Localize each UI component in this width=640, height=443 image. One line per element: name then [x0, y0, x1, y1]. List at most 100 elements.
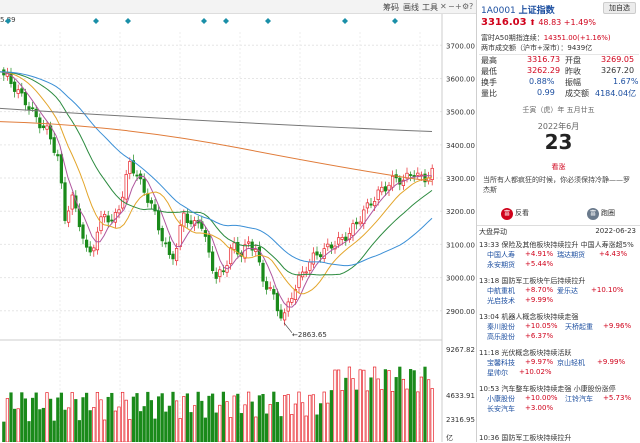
volume-bar — [365, 390, 370, 442]
stock-name[interactable]: 瑞达期货 — [557, 250, 585, 260]
volume-bar — [419, 376, 424, 442]
stock-name[interactable]: 中国人寿 — [487, 250, 515, 260]
volume-bar — [279, 416, 283, 442]
candle-body — [120, 196, 125, 209]
event-item[interactable]: 13:04 机器人概念板块持续走强 秦川股份 +10.05% 天桥起重 +9.9… — [479, 312, 637, 342]
candle-body — [340, 237, 344, 240]
candle-body — [149, 200, 154, 204]
add-favorite-button[interactable]: 加自选 — [603, 2, 636, 14]
stock-name[interactable]: 爱乐达 — [557, 286, 578, 296]
zoom-out-icon[interactable]: − — [448, 2, 455, 11]
candle-body — [218, 269, 222, 277]
candle-body — [268, 287, 272, 289]
candle-body — [95, 231, 100, 251]
y-tick-label: 3300.00 — [446, 175, 475, 183]
draw-line-button[interactable]: 画线 — [403, 2, 419, 13]
stock-name[interactable]: 光启技术 — [487, 296, 515, 306]
volume-bar — [408, 369, 413, 442]
close-icon[interactable]: ✕ — [440, 2, 447, 11]
candle-body — [254, 249, 258, 252]
volume-bar — [149, 400, 154, 442]
candle-body — [146, 193, 150, 203]
chart-toolbar: 筹码 画线 工具 ✕ − + ⚙ ? — [0, 0, 476, 14]
candle-body — [102, 213, 107, 218]
stock-name[interactable]: 天桥起重 — [565, 322, 593, 332]
volume-bar — [416, 391, 420, 442]
candle-body — [63, 182, 67, 221]
event-item[interactable]: 11:18 光伏概念板块持续活跃 宝馨科技 +9.97% 京山轻机 +9.99%… — [479, 348, 637, 378]
event-stocks-row: 中国人寿 +4.91% 瑞达期货 +4.43% — [479, 250, 637, 260]
fortune-icon: 富 — [587, 208, 599, 220]
stock-name[interactable]: 永安期货 — [487, 260, 515, 270]
volume-bar — [318, 403, 323, 442]
candle-body — [45, 125, 49, 130]
candle-body — [88, 246, 92, 253]
kline-chart[interactable]: 3700.00 3600.00 3500.00 3400.00 3300.00 3200.… — [0, 14, 476, 442]
price-change: 48.83 — [538, 18, 562, 27]
stock-name[interactable]: 高乐股份 — [487, 332, 515, 342]
candle-body — [66, 210, 71, 223]
candle-body — [174, 248, 179, 262]
candle-body — [124, 174, 128, 200]
candle-body — [185, 213, 190, 224]
volume-bar — [300, 402, 305, 442]
stock-name[interactable]: 星帅尔 — [487, 368, 508, 378]
candle-body — [275, 292, 280, 312]
event-item[interactable]: 13:33 保险及其他板块持续拉升 中国人寿涨超5% 中国人寿 +4.91% 瑞… — [479, 240, 637, 270]
volume-bar — [394, 377, 398, 442]
event-headline: 11:18 光伏概念板块持续活跃 — [479, 349, 572, 357]
zoom-in-icon[interactable]: + — [455, 2, 462, 11]
stats-table: 最高 3316.73 开盘 3269.05 最低 3262.29 昨收 3267… — [479, 54, 639, 99]
volume-tick-label: 4633.91 — [446, 392, 475, 400]
stock-name[interactable]: 江铃汽车 — [565, 394, 593, 404]
candle-body — [70, 194, 74, 210]
bull-label: 反看 — [515, 209, 529, 217]
ma60-line — [0, 71, 433, 267]
candle-body — [56, 154, 60, 157]
volume-bar — [336, 369, 341, 442]
volume-bar — [272, 391, 276, 442]
stock-name[interactable]: 小康股份 — [487, 394, 515, 404]
stock-name: 上证指数 — [518, 6, 555, 16]
candle-body — [160, 228, 164, 242]
event-diamond-icon — [201, 18, 207, 24]
tools-button[interactable]: 工具 — [422, 2, 438, 13]
bear-button[interactable]: 富跑圈 — [587, 208, 615, 220]
candle-body — [279, 309, 283, 319]
a50-value: 14351.00(+1.16%) — [543, 34, 611, 42]
volume-bar — [92, 407, 96, 442]
candle-body — [20, 88, 24, 94]
volume-bar — [167, 405, 172, 442]
stock-change: +10.10% — [591, 286, 624, 294]
volume-bar — [2, 421, 6, 442]
volume-bar — [174, 400, 179, 442]
turnover-value: 9439亿 — [567, 44, 593, 52]
event-item[interactable]: 13:18 国防军工板块午后持续拉升 中航重机 +8.70% 爱乐达 +10.1… — [479, 276, 637, 306]
stock-name[interactable]: 宝馨科技 — [487, 358, 515, 368]
stock-name[interactable]: 秦川股份 — [487, 322, 515, 332]
candle-body — [16, 89, 20, 94]
event-item[interactable]: 10:53 汽车整车板块持续走强 小康股份涨停 小康股份 +10.00% 江铃汽… — [479, 384, 637, 412]
volume-bar — [124, 399, 128, 442]
volume-bar — [128, 419, 132, 442]
volume-bar — [171, 391, 175, 442]
stock-name[interactable]: 京山轻机 — [557, 358, 585, 368]
chips-button[interactable]: 筹码 — [383, 2, 399, 13]
bull-button[interactable]: 富反看 — [501, 208, 529, 220]
candle-body — [383, 186, 388, 192]
events-title: 大盘异动 — [479, 228, 507, 236]
candle-body — [128, 161, 132, 174]
volume-bar — [45, 392, 49, 442]
candle-body — [318, 254, 323, 258]
stock-name[interactable]: 中航重机 — [487, 286, 515, 296]
y-tick-label: 3100.00 — [446, 241, 475, 249]
volume-bar — [347, 366, 352, 442]
day-tag: 看涨 — [551, 163, 566, 171]
candle-body — [326, 243, 330, 248]
help-icon[interactable]: ? — [469, 2, 473, 11]
stock-name[interactable]: 长安汽车 — [487, 404, 515, 412]
candle-body — [171, 253, 175, 260]
lunar-date: 壬寅（虎）年 五月廿五 — [522, 106, 595, 114]
volume-bar — [20, 392, 24, 442]
stat-label: 昨收 — [565, 67, 581, 76]
